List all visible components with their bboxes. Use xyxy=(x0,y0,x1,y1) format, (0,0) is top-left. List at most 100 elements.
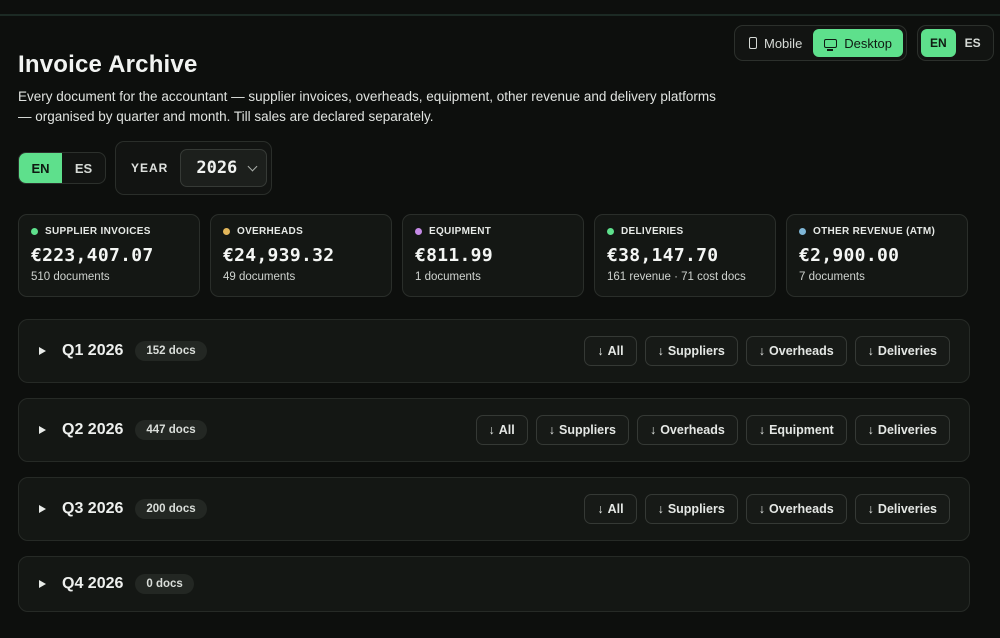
lang-es-button[interactable]: ES xyxy=(62,153,105,183)
quarter-download-actions: ↓ All ↓ Suppliers ↓ Overheads ↓ Deliveries xyxy=(584,494,950,524)
year-select[interactable]: 2026 xyxy=(180,149,268,187)
download-equipment-button[interactable]: ↓ Equipment xyxy=(745,415,847,445)
card-subtext: 1 documents xyxy=(415,271,481,283)
doc-count-badge: 0 docs xyxy=(135,574,194,594)
language-toggle: EN ES xyxy=(18,152,106,184)
card-subtext: 161 revenue · 71 cost docs xyxy=(607,271,746,283)
category-dot-icon xyxy=(223,228,230,235)
arrow-down-icon: ↓ xyxy=(867,502,874,516)
summary-card-equipment: EQUIPMENT €811.99 1 documents xyxy=(402,214,584,297)
quarter-row-q4[interactable]: Q4 2026 0 docs xyxy=(18,556,970,612)
download-overheads-button[interactable]: ↓ Overheads xyxy=(745,336,847,366)
category-dot-icon xyxy=(415,228,422,235)
download-all-button[interactable]: ↓ All xyxy=(475,415,528,445)
download-label: Deliveries xyxy=(877,344,937,358)
card-label: OVERHEADS xyxy=(237,226,304,237)
card-amount: €223,407.07 xyxy=(31,245,154,266)
top-lang-en-button[interactable]: EN xyxy=(921,29,956,57)
monitor-icon xyxy=(824,38,838,51)
arrow-down-icon: ↓ xyxy=(657,502,664,516)
desktop-view-button[interactable]: Desktop xyxy=(813,29,903,57)
card-label: EQUIPMENT xyxy=(429,226,492,237)
download-label: Suppliers xyxy=(667,344,725,358)
card-subtext: 7 documents xyxy=(799,271,865,283)
quarter-row-q1[interactable]: Q1 2026 152 docs ↓ All ↓ Suppliers ↓ Overhe… xyxy=(18,319,970,383)
arrow-down-icon: ↓ xyxy=(488,423,495,437)
top-lang-es-button[interactable]: ES xyxy=(956,29,990,57)
download-suppliers-button[interactable]: ↓ Suppliers xyxy=(535,415,629,445)
download-label: Overheads xyxy=(769,344,834,358)
chevron-down-icon xyxy=(247,161,258,171)
triangle-right-icon xyxy=(39,505,46,513)
quarter-download-actions: ↓ All ↓ Suppliers ↓ Overheads ↓ Equipment ↓ D… xyxy=(475,415,950,445)
category-dot-icon xyxy=(607,228,614,235)
download-all-button[interactable]: ↓ All xyxy=(584,336,637,366)
arrow-down-icon: ↓ xyxy=(758,423,766,437)
arrow-down-icon: ↓ xyxy=(657,344,664,358)
arrow-down-icon: ↓ xyxy=(649,423,657,437)
download-deliveries-button[interactable]: ↓ Deliveries xyxy=(854,336,950,366)
category-dot-icon xyxy=(799,228,806,235)
card-label: SUPPLIER INVOICES xyxy=(45,226,151,237)
download-suppliers-button[interactable]: ↓ Suppliers xyxy=(644,494,738,524)
download-label: Suppliers xyxy=(667,502,725,516)
desktop-view-label: Desktop xyxy=(844,35,892,51)
summary-card-deliveries: DELIVERIES €38,147.70 161 revenue · 71 c… xyxy=(594,214,776,297)
download-overheads-button[interactable]: ↓ Overheads xyxy=(745,494,847,524)
card-amount: €24,939.32 xyxy=(223,245,335,266)
card-subtext: 510 documents xyxy=(31,271,110,283)
quarter-title: Q4 2026 xyxy=(62,575,124,592)
download-all-button[interactable]: ↓ All xyxy=(584,494,637,524)
category-dot-icon xyxy=(31,228,38,235)
summary-card-overheads: OVERHEADS €24,939.32 49 documents xyxy=(210,214,392,297)
arrow-down-icon: ↓ xyxy=(758,344,766,358)
download-label: All xyxy=(607,502,624,516)
card-label: OTHER REVENUE (ATM) xyxy=(813,226,936,237)
doc-count-badge: 152 docs xyxy=(135,341,207,361)
card-amount: €811.99 xyxy=(415,245,493,266)
quarter-row-q2[interactable]: Q2 2026 447 docs ↓ All ↓ Suppliers ↓ Overhe… xyxy=(18,398,970,462)
year-value: 2026 xyxy=(196,158,238,178)
download-label: Deliveries xyxy=(877,502,937,516)
quarter-title: Q2 2026 xyxy=(62,421,124,438)
arrow-down-icon: ↓ xyxy=(597,344,604,358)
page-description: Every document for the accountant — supp… xyxy=(18,89,716,124)
view-mode-toggle: Mobile Desktop xyxy=(734,25,907,61)
card-subtext: 49 documents xyxy=(223,271,296,283)
arrow-down-icon: ↓ xyxy=(867,423,874,437)
download-suppliers-button[interactable]: ↓ Suppliers xyxy=(644,336,738,366)
top-language-toggle: EN ES xyxy=(917,25,994,61)
card-label: DELIVERIES xyxy=(621,226,684,237)
summary-card-supplier-invoices: SUPPLIER INVOICES €223,407.07 510 docume… xyxy=(18,214,200,297)
year-filter: YEAR 2026 xyxy=(115,141,272,195)
top-divider xyxy=(0,14,1000,16)
mobile-view-label: Mobile xyxy=(764,35,803,51)
summary-card-other-revenue: OTHER REVENUE (ATM) €2,900.00 7 document… xyxy=(786,214,968,297)
quarter-title: Q3 2026 xyxy=(62,500,124,517)
download-label: Overheads xyxy=(769,502,834,516)
arrow-down-icon: ↓ xyxy=(597,502,604,516)
arrow-down-icon: ↓ xyxy=(548,423,555,437)
card-amount: €38,147.70 xyxy=(607,245,719,266)
download-deliveries-button[interactable]: ↓ Deliveries xyxy=(854,415,950,445)
quarter-download-actions: ↓ All ↓ Suppliers ↓ Overheads ↓ Deliveries xyxy=(584,336,950,366)
triangle-right-icon xyxy=(39,347,46,355)
triangle-right-icon xyxy=(39,580,46,588)
page-title: Invoice Archive xyxy=(18,51,198,78)
lang-en-button[interactable]: EN xyxy=(19,153,62,183)
arrow-down-icon: ↓ xyxy=(867,344,874,358)
download-overheads-button[interactable]: ↓ Overheads xyxy=(636,415,738,445)
download-deliveries-button[interactable]: ↓ Deliveries xyxy=(854,494,950,524)
download-label: All xyxy=(498,423,515,437)
arrow-down-icon: ↓ xyxy=(758,502,766,516)
phone-icon xyxy=(749,37,757,49)
quarter-row-q3[interactable]: Q3 2026 200 docs ↓ All ↓ Suppliers ↓ Overhe… xyxy=(18,477,970,541)
download-label: Deliveries xyxy=(877,423,937,437)
doc-count-badge: 200 docs xyxy=(135,499,207,519)
download-label: All xyxy=(607,344,624,358)
doc-count-badge: 447 docs xyxy=(135,420,207,440)
download-label: Equipment xyxy=(769,423,834,437)
year-label: YEAR xyxy=(131,161,169,175)
triangle-right-icon xyxy=(39,426,46,434)
mobile-view-button[interactable]: Mobile xyxy=(738,29,813,57)
